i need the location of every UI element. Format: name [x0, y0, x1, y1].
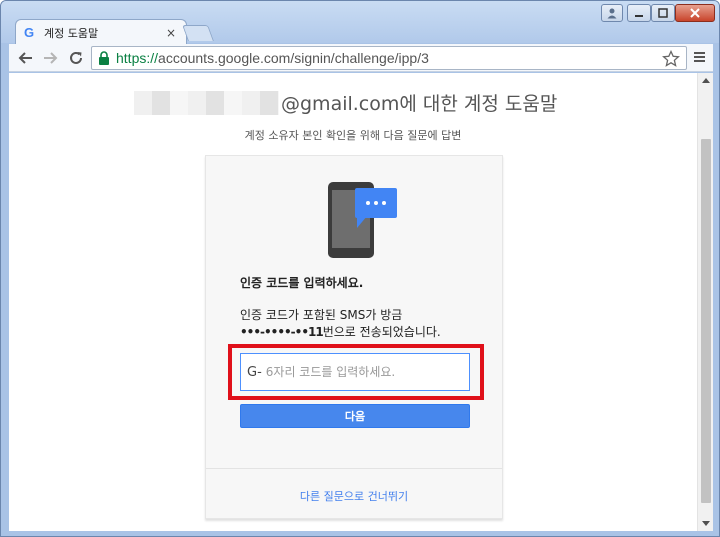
card-heading: 인증 코드를 입력하세요.: [240, 276, 364, 290]
google-favicon-icon: G: [24, 25, 35, 40]
close-icon: [690, 8, 700, 18]
sms-sent-line2: •••-••••-••11번으로 전송되었습니다.: [240, 323, 441, 340]
masked-phone-number: •••-••••-••11: [240, 325, 324, 339]
phone-sms-icon: [328, 182, 397, 258]
sms-sent-suffix: 번으로 전송되었습니다.: [322, 325, 441, 339]
new-tab-button[interactable]: [182, 25, 214, 41]
browser-toolbar: https://accounts.google.com/signin/chall…: [9, 44, 713, 72]
minimize-icon: [635, 15, 643, 17]
lock-icon: [99, 51, 109, 65]
back-arrow-icon: [18, 52, 32, 64]
verification-code-field[interactable]: G-: [240, 353, 470, 391]
browser-window: G 계정 도움말 × https://accounts.google.com/s…: [0, 0, 720, 537]
user-profile-button[interactable]: [601, 4, 623, 22]
page-viewport: @gmail.com에 대한 계정 도움말 계정 소유자 본인 확인을 위해 다…: [9, 73, 713, 531]
sms-sent-line1: 인증 코드가 포함된 SMS가 방금: [240, 308, 403, 322]
address-bar[interactable]: https://accounts.google.com/signin/chall…: [91, 46, 687, 70]
card-divider: [206, 468, 502, 469]
redacted-email-prefix: [134, 91, 279, 115]
url-path: accounts.google.com/signin/challenge/ipp…: [158, 50, 429, 66]
page-scrollbar[interactable]: [697, 73, 713, 531]
tab-account-help[interactable]: G 계정 도움말 ×: [15, 19, 187, 45]
next-button[interactable]: 다음: [240, 404, 470, 428]
star-icon[interactable]: [662, 50, 680, 68]
scroll-thumb[interactable]: [701, 139, 711, 503]
minimize-button[interactable]: [627, 4, 651, 22]
tab-close-icon[interactable]: ×: [164, 26, 178, 40]
code-prefix: G-: [247, 364, 262, 380]
reload-button[interactable]: [65, 47, 87, 69]
user-icon: [607, 8, 617, 19]
window-close-button[interactable]: [675, 4, 715, 22]
maximize-button[interactable]: [651, 4, 675, 22]
tab-title: 계정 도움말: [44, 26, 99, 40]
back-button[interactable]: [15, 47, 37, 69]
menu-icon[interactable]: [691, 50, 707, 66]
maximize-icon: [658, 8, 668, 18]
scroll-down-icon[interactable]: [702, 521, 710, 526]
forward-button[interactable]: [39, 47, 61, 69]
reload-icon: [70, 51, 82, 64]
page-subtitle: 계정 소유자 본인 확인을 위해 다음 질문에 답변: [244, 129, 462, 142]
forward-arrow-icon: [44, 52, 58, 64]
skip-question-link[interactable]: 다른 질문으로 건너뛰기: [206, 488, 502, 504]
scroll-up-icon[interactable]: [702, 78, 710, 83]
verification-card: 인증 코드를 입력하세요. 인증 코드가 포함된 SMS가 방금 •••-•••…: [205, 155, 503, 519]
page-title: @gmail.com에 대한 계정 도움말: [281, 93, 558, 115]
url-scheme: https://: [116, 50, 159, 66]
verification-code-input[interactable]: [265, 365, 446, 379]
